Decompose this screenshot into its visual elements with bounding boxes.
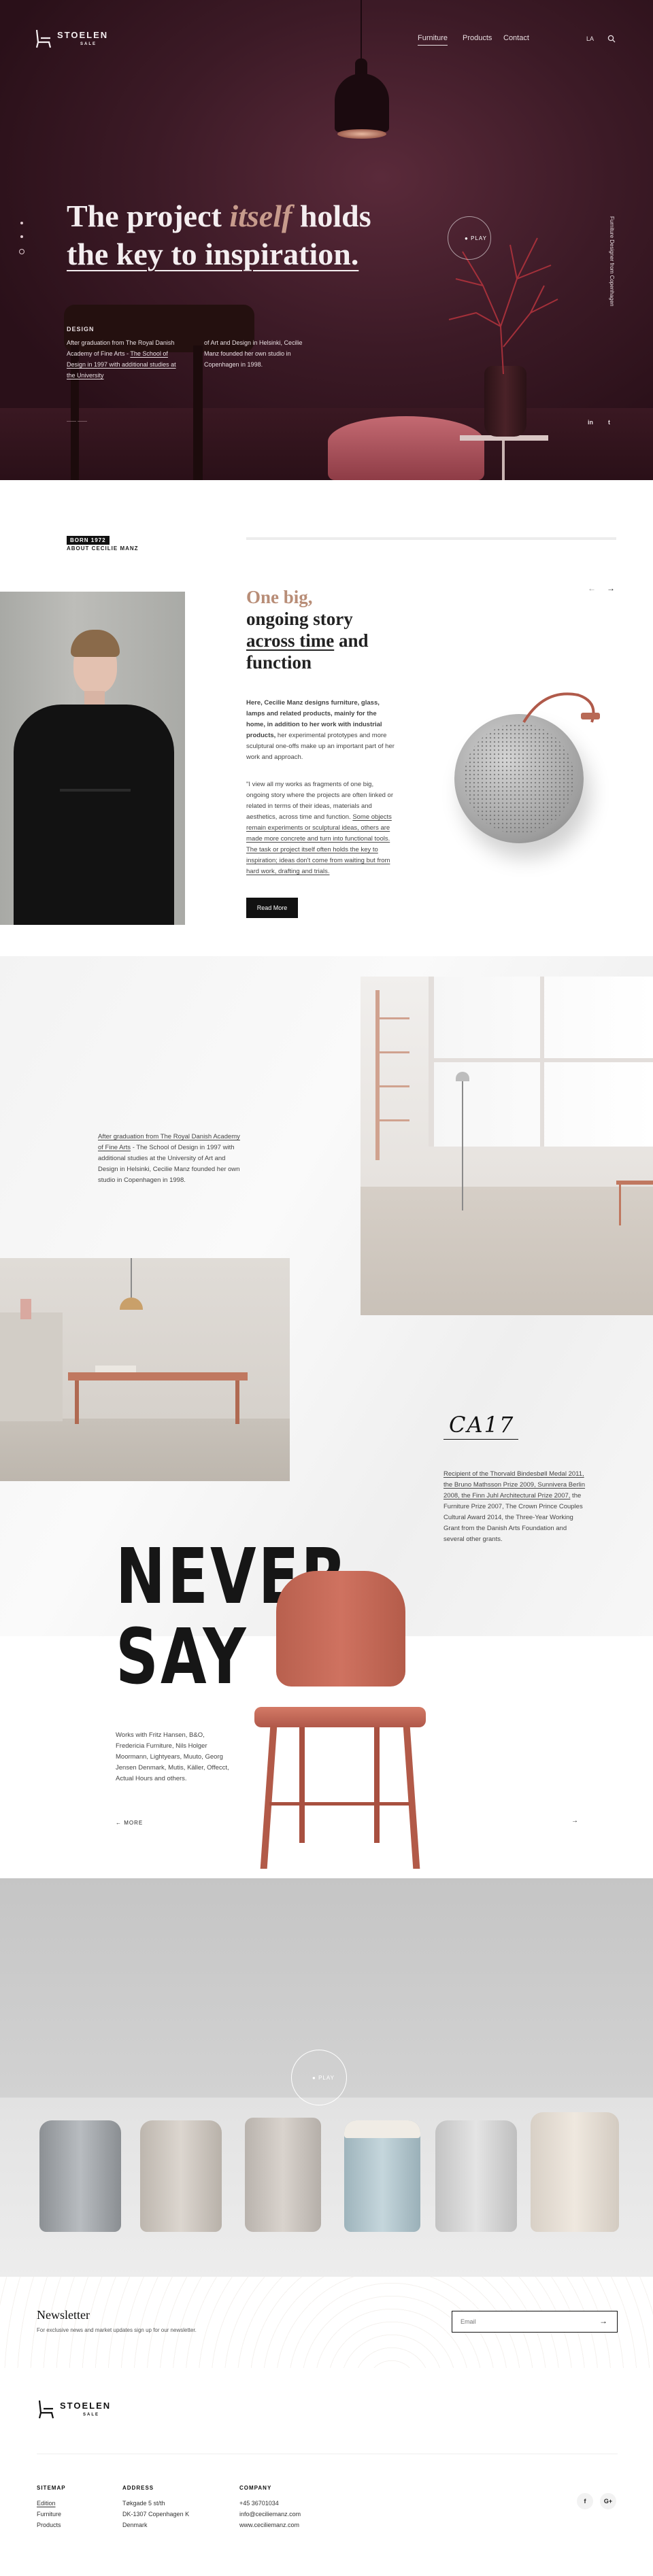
hero-title: The project itself holds the key to insp… <box>67 197 407 273</box>
hero-label: DESIGN <box>67 326 95 333</box>
product-cylinder-5 <box>435 2120 517 2232</box>
hero-title-line2: the key to inspiration. <box>67 237 359 271</box>
newsletter-title: Newsletter <box>37 2308 90 2322</box>
footer: STOELEN SALE SITEMAP Edition Furniture P… <box>0 2368 653 2576</box>
google-plus-icon[interactable]: G+ <box>600 2493 616 2509</box>
slider-dot-1[interactable] <box>20 222 23 224</box>
video-play-button[interactable]: ● PLAY <box>291 2050 347 2105</box>
newsletter-subtitle: For exclusive news and market updates si… <box>37 2327 197 2333</box>
slider-dot-3[interactable] <box>19 249 24 254</box>
address-line-3: Denmark <box>122 2522 148 2528</box>
nav-furniture[interactable]: Furniture <box>418 34 448 46</box>
about-divider <box>246 537 616 540</box>
about-paragraph-2: "I view all my works as fragments of one… <box>246 781 393 875</box>
footer-company: COMPANY +45 36701034 info@ceciliemanz.co… <box>239 2485 301 2530</box>
video-play-label: ● PLAY <box>312 2075 335 2081</box>
nav-contact[interactable]: Contact <box>503 34 529 42</box>
chair-logo-icon <box>38 2400 54 2419</box>
search-icon[interactable] <box>607 35 616 43</box>
facebook-icon[interactable]: f <box>577 2493 593 2509</box>
product-cylinder-3 <box>245 2118 321 2232</box>
product-cylinder-4 <box>344 2120 420 2232</box>
company-heading: COMPANY <box>239 2485 272 2491</box>
hero-scroll-hint: —— —— <box>67 419 87 424</box>
product-cylinder-1 <box>39 2120 121 2232</box>
never-arrow-right[interactable]: → <box>571 1817 578 1825</box>
hero-play-button[interactable]: ● PLAY <box>448 216 491 260</box>
about-arrow-prev[interactable]: ← <box>588 583 596 593</box>
twitter-icon[interactable]: t <box>608 419 610 426</box>
hero-title-pre: The project <box>67 199 230 233</box>
about-title: One big, ongoing story across time and f… <box>246 586 409 673</box>
born-tag: BORN 1972 <box>67 536 110 545</box>
signature: CA17 <box>449 1412 515 1438</box>
awards-link[interactable]: Recipient of the Thorvald Bindesbøll Med… <box>443 1470 585 1499</box>
partners-text: Works with Fritz Hansen, B&O, Fredericia… <box>116 1731 229 1782</box>
sitemap-edition[interactable]: Edition <box>37 2498 66 2509</box>
brand-name: STOELEN <box>57 30 109 40</box>
speaker-strap <box>522 692 600 724</box>
footer-logo[interactable]: STOELEN SALE <box>37 2398 118 2422</box>
product-cylinder-6 <box>531 2112 619 2232</box>
hero-pouf <box>328 416 484 480</box>
hero-side-text: Furniture Designer from Copenhagen <box>609 216 615 307</box>
email-input[interactable] <box>461 2317 583 2326</box>
about-section: BORN 1972 ABOUT CECILIE MANZ ← → One big… <box>0 480 653 956</box>
about-title-underline: across time <box>246 630 335 651</box>
chair-product-image <box>238 1571 442 1870</box>
room-photo <box>361 977 653 1315</box>
hero-title-post: holds <box>292 199 371 233</box>
hero-vase <box>484 366 526 437</box>
never-heading-2: SAY <box>116 1613 248 1701</box>
about-label: ABOUT CECILIE MANZ <box>67 545 139 552</box>
brand-logo[interactable]: STOELEN SALE <box>34 27 109 52</box>
brand-sub: SALE <box>80 42 97 46</box>
portrait-photo <box>0 592 185 925</box>
address-heading: ADDRESS <box>122 2485 154 2491</box>
submit-arrow-icon[interactable]: → <box>599 2316 607 2326</box>
company-website[interactable]: www.ceciliemanz.com <box>239 2520 301 2530</box>
hero-pendant-lamp <box>335 0 389 150</box>
about-paragraph-2-link[interactable]: Some objects remain experiments or sculp… <box>246 813 392 875</box>
hero-col-1: After graduation from The Royal Danish A… <box>67 339 176 379</box>
signature-underline <box>443 1439 518 1440</box>
more-link[interactable]: ← MORE <box>116 1820 143 1826</box>
awards-text: Recipient of the Thorvald Bindesbøll Med… <box>443 1470 586 1543</box>
address-line-2: DK-1307 Copenhagen K <box>122 2511 190 2518</box>
footer-sitemap: SITEMAP Edition Furniture Products <box>37 2485 66 2530</box>
newsletter-section: Newsletter For exclusive news and market… <box>0 2277 653 2368</box>
address-line-1: Tøkgade 5 st/th <box>122 2500 165 2507</box>
lang-switch[interactable]: LA <box>586 35 594 42</box>
bench-photo <box>0 1258 290 1481</box>
read-more-button[interactable]: Read More <box>246 898 298 918</box>
newsletter-form: → <box>452 2311 618 2333</box>
footer-brand-name: STOELEN <box>60 2401 112 2411</box>
about-paragraph-1: Here, Cecilie Manz designs furniture, gl… <box>246 699 395 761</box>
slider-dot-2[interactable] <box>20 235 23 238</box>
gallery-text: After graduation from The Royal Danish A… <box>98 1133 240 1184</box>
sitemap-furniture[interactable]: Furniture <box>37 2509 66 2520</box>
never-say-section: NEVER SAY Works with Fritz Hansen, B&O, … <box>0 1537 653 1877</box>
hero-col-2: of Art and Design in Helsinki, Cecilie M… <box>204 339 303 368</box>
about-title-accent: One big, <box>246 587 313 607</box>
video-section: ● PLAY <box>0 1878 653 2277</box>
hero-play-label: ● PLAY <box>465 235 487 241</box>
company-phone[interactable]: +45 36701034 <box>239 2498 301 2509</box>
product-cylinder-2 <box>140 2120 222 2232</box>
footer-brand-sub: SALE <box>83 2413 100 2417</box>
footer-address: ADDRESS Tøkgade 5 st/th DK-1307 Copenhag… <box>122 2485 189 2530</box>
hero-side-table-leg <box>502 441 505 480</box>
nav-products[interactable]: Products <box>463 34 492 42</box>
hero-title-emphasis: itself <box>229 199 292 233</box>
about-title-line1: ongoing story <box>246 609 353 629</box>
chair-logo-icon <box>35 29 52 48</box>
sitemap-heading: SITEMAP <box>37 2485 66 2491</box>
linkedin-icon[interactable]: in <box>588 419 593 426</box>
sitemap-products[interactable]: Products <box>37 2520 66 2530</box>
about-arrow-next[interactable]: → <box>607 583 615 593</box>
company-email[interactable]: info@ceciliemanz.com <box>239 2509 301 2520</box>
hero-section: STOELEN SALE Furniture Products Contact … <box>0 0 653 480</box>
